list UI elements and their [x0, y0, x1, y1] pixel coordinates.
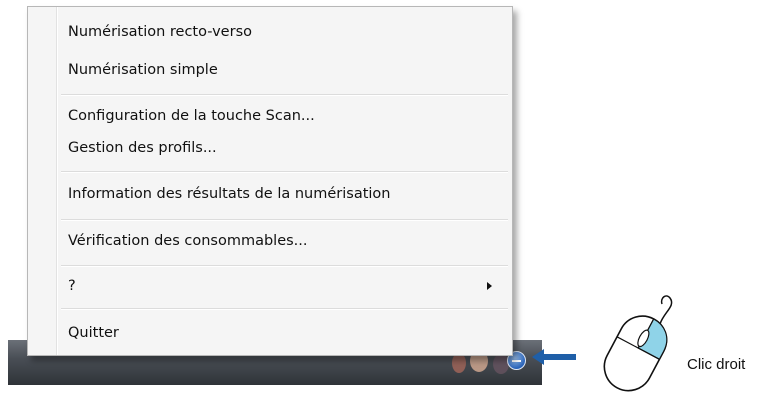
menu-item-label: Quitter — [68, 325, 119, 341]
menu-item-simplex-scan[interactable]: Numérisation simple — [68, 58, 504, 82]
menu-item-profile-management[interactable]: Gestion des profils... — [68, 136, 504, 160]
menu-item-scan-button-settings[interactable]: Configuration de la touche Scan... — [68, 104, 504, 128]
tray-app-icon[interactable] — [452, 353, 466, 373]
menu-separator — [61, 171, 508, 173]
menu-separator — [61, 94, 508, 96]
menu-item-label: Information des résultats de la numérisa… — [68, 186, 391, 202]
left-arrow-icon — [532, 349, 576, 365]
menu-separator — [61, 308, 508, 310]
menu-separator — [61, 265, 508, 267]
menu-item-label: Vérification des consommables... — [68, 233, 308, 249]
menu-item-label: ? — [68, 278, 76, 294]
menu-item-label: Numérisation recto-verso — [68, 24, 252, 40]
menu-item-label: Configuration de la touche Scan... — [68, 108, 315, 124]
menu-item-label: Gestion des profils... — [68, 140, 217, 156]
menu-item-label: Numérisation simple — [68, 62, 218, 78]
menu-item-consumables-check[interactable]: Vérification des consommables... — [68, 229, 504, 253]
menu-icon-gutter — [56, 7, 58, 355]
menu-item-quit[interactable]: Quitter — [68, 321, 504, 345]
menu-item-scan-results-info[interactable]: Information des résultats de la numérisa… — [68, 182, 504, 206]
menu-item-help[interactable]: ? — [68, 274, 504, 298]
menu-separator — [61, 219, 508, 221]
right-click-caption: Clic droit — [687, 356, 746, 373]
context-menu: Numérisation recto-verso Numérisation si… — [27, 6, 513, 356]
menu-item-duplex-scan[interactable]: Numérisation recto-verso — [68, 20, 504, 44]
submenu-arrow-icon — [487, 282, 492, 290]
mouse-right-click-icon — [603, 295, 673, 392]
